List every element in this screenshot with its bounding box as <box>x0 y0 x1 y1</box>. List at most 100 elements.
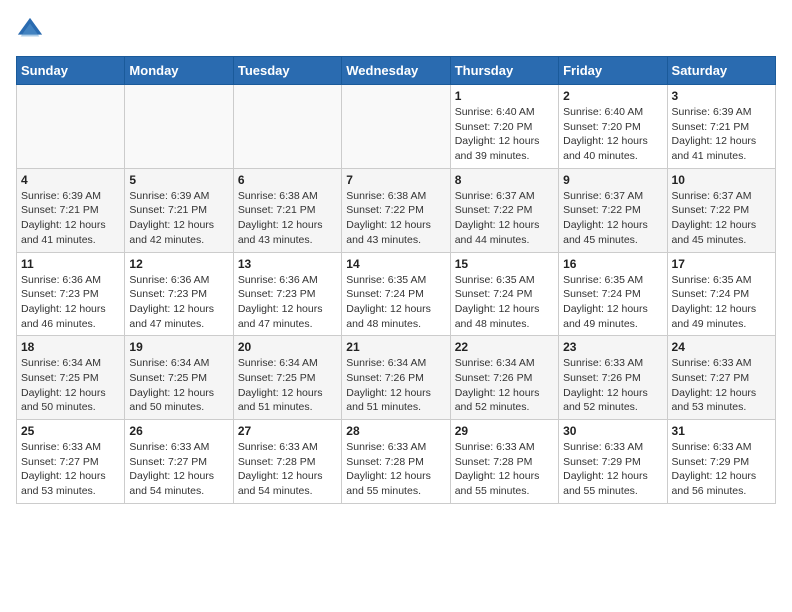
logo-icon <box>16 16 44 44</box>
calendar-cell: 31 Sunrise: 6:33 AMSunset: 7:29 PMDayligh… <box>667 420 775 504</box>
day-number: 25 <box>21 424 120 438</box>
calendar-cell: 16Sunrise: 6:35 AMSunset: 7:24 PMDayligh… <box>559 252 667 336</box>
day-number: 29 <box>455 424 554 438</box>
day-number: 11 <box>21 257 120 271</box>
day-info: Sunrise: 6:34 AMSunset: 7:25 PMDaylight:… <box>238 356 337 415</box>
calendar-cell: 12 Sunrise: 6:36 AMSunset: 7:23 PMDayligh… <box>125 252 233 336</box>
day-number: 27 <box>238 424 337 438</box>
calendar-cell: 17 Sunrise: 6:35 AMSunset: 7:24 PMDayligh… <box>667 252 775 336</box>
day-info: Sunrise: 6:33 AMSunset: 7:28 PMDaylight:… <box>346 440 445 499</box>
day-number: 8 <box>455 173 554 187</box>
day-info: Sunrise: 6:37 AMSunset: 7:22 PMDaylight:… <box>672 189 771 248</box>
day-info: Sunrise: 6:34 AMSunset: 7:25 PMDaylight:… <box>21 356 120 415</box>
calendar-week-row: 4 Sunrise: 6:39 AMSunset: 7:21 PMDaylight… <box>17 168 776 252</box>
day-info: Sunrise: 6:36 AMSunset: 7:23 PMDaylight:… <box>21 273 120 332</box>
calendar-cell: 18 Sunrise: 6:34 AMSunset: 7:25 PMDayligh… <box>17 336 125 420</box>
weekday-header-monday: Monday <box>125 57 233 85</box>
calendar-cell: 4 Sunrise: 6:39 AMSunset: 7:21 PMDaylight… <box>17 168 125 252</box>
calendar-cell: 9Sunrise: 6:37 AMSunset: 7:22 PMDaylight… <box>559 168 667 252</box>
day-number: 21 <box>346 340 445 354</box>
calendar-cell: 15 Sunrise: 6:35 AMSunset: 7:24 PMDayligh… <box>450 252 558 336</box>
day-info: Sunrise: 6:39 AMSunset: 7:21 PMDaylight:… <box>129 189 228 248</box>
day-number: 22 <box>455 340 554 354</box>
calendar-cell: 11 Sunrise: 6:36 AMSunset: 7:23 PMDayligh… <box>17 252 125 336</box>
day-number: 19 <box>129 340 228 354</box>
day-number: 28 <box>346 424 445 438</box>
calendar-header: SundayMondayTuesdayWednesdayThursdayFrid… <box>17 57 776 85</box>
day-info: Sunrise: 6:35 AMSunset: 7:24 PMDaylight:… <box>672 273 771 332</box>
day-info: Sunrise: 6:37 AMSunset: 7:22 PMDaylight:… <box>563 189 662 248</box>
day-info: Sunrise: 6:33 AMSunset: 7:27 PMDaylight:… <box>21 440 120 499</box>
weekday-header-sunday: Sunday <box>17 57 125 85</box>
day-info: Sunrise: 6:39 AMSunset: 7:21 PMDaylight:… <box>21 189 120 248</box>
day-info: Sunrise: 6:40 AMSunset: 7:20 PMDaylight:… <box>455 105 554 164</box>
day-number: 30 <box>563 424 662 438</box>
logo <box>16 16 48 44</box>
day-info: Sunrise: 6:34 AMSunset: 7:26 PMDaylight:… <box>346 356 445 415</box>
calendar-cell: 21 Sunrise: 6:34 AMSunset: 7:26 PMDayligh… <box>342 336 450 420</box>
calendar-cell: 30 Sunrise: 6:33 AMSunset: 7:29 PMDayligh… <box>559 420 667 504</box>
calendar-week-row: 25 Sunrise: 6:33 AMSunset: 7:27 PMDayligh… <box>17 420 776 504</box>
day-info: Sunrise: 6:34 AMSunset: 7:26 PMDaylight:… <box>455 356 554 415</box>
calendar-cell: 14 Sunrise: 6:35 AMSunset: 7:24 PMDayligh… <box>342 252 450 336</box>
day-info: Sunrise: 6:33 AMSunset: 7:28 PMDaylight:… <box>455 440 554 499</box>
day-number: 3 <box>672 89 771 103</box>
calendar-cell: 8 Sunrise: 6:37 AMSunset: 7:22 PMDaylight… <box>450 168 558 252</box>
day-info: Sunrise: 6:36 AMSunset: 7:23 PMDaylight:… <box>238 273 337 332</box>
calendar-cell: 28 Sunrise: 6:33 AMSunset: 7:28 PMDayligh… <box>342 420 450 504</box>
calendar-cell: 25 Sunrise: 6:33 AMSunset: 7:27 PMDayligh… <box>17 420 125 504</box>
day-number: 18 <box>21 340 120 354</box>
day-number: 14 <box>346 257 445 271</box>
day-info: Sunrise: 6:35 AMSunset: 7:24 PMDaylight:… <box>455 273 554 332</box>
weekday-header-wednesday: Wednesday <box>342 57 450 85</box>
calendar-week-row: 1Sunrise: 6:40 AMSunset: 7:20 PMDaylight… <box>17 85 776 169</box>
day-info: Sunrise: 6:35 AMSunset: 7:24 PMDaylight:… <box>346 273 445 332</box>
weekday-header-friday: Friday <box>559 57 667 85</box>
day-info: Sunrise: 6:39 AMSunset: 7:21 PMDaylight:… <box>672 105 771 164</box>
day-number: 12 <box>129 257 228 271</box>
calendar-week-row: 11 Sunrise: 6:36 AMSunset: 7:23 PMDayligh… <box>17 252 776 336</box>
day-number: 17 <box>672 257 771 271</box>
weekday-header-thursday: Thursday <box>450 57 558 85</box>
calendar-cell: 26Sunrise: 6:33 AMSunset: 7:27 PMDayligh… <box>125 420 233 504</box>
day-number: 4 <box>21 173 120 187</box>
day-number: 5 <box>129 173 228 187</box>
calendar-cell <box>342 85 450 169</box>
calendar-cell <box>233 85 341 169</box>
calendar-table: SundayMondayTuesdayWednesdayThursdayFrid… <box>16 56 776 504</box>
calendar-cell: 3 Sunrise: 6:39 AMSunset: 7:21 PMDaylight… <box>667 85 775 169</box>
day-number: 7 <box>346 173 445 187</box>
day-number: 6 <box>238 173 337 187</box>
calendar-cell: 2 Sunrise: 6:40 AMSunset: 7:20 PMDaylight… <box>559 85 667 169</box>
calendar-cell: 13 Sunrise: 6:36 AMSunset: 7:23 PMDayligh… <box>233 252 341 336</box>
calendar-body: 1Sunrise: 6:40 AMSunset: 7:20 PMDaylight… <box>17 85 776 504</box>
weekday-header-tuesday: Tuesday <box>233 57 341 85</box>
calendar-cell: 24Sunrise: 6:33 AMSunset: 7:27 PMDayligh… <box>667 336 775 420</box>
day-number: 13 <box>238 257 337 271</box>
day-info: Sunrise: 6:33 AMSunset: 7:26 PMDaylight:… <box>563 356 662 415</box>
day-number: 2 <box>563 89 662 103</box>
day-info: Sunrise: 6:34 AMSunset: 7:25 PMDaylight:… <box>129 356 228 415</box>
day-info: Sunrise: 6:40 AMSunset: 7:20 PMDaylight:… <box>563 105 662 164</box>
day-number: 16 <box>563 257 662 271</box>
calendar-cell <box>125 85 233 169</box>
calendar-cell: 27 Sunrise: 6:33 AMSunset: 7:28 PMDayligh… <box>233 420 341 504</box>
calendar-cell: 6 Sunrise: 6:38 AMSunset: 7:21 PMDaylight… <box>233 168 341 252</box>
day-number: 24 <box>672 340 771 354</box>
calendar-cell: 1Sunrise: 6:40 AMSunset: 7:20 PMDaylight… <box>450 85 558 169</box>
day-number: 31 <box>672 424 771 438</box>
day-info: Sunrise: 6:36 AMSunset: 7:23 PMDaylight:… <box>129 273 228 332</box>
day-number: 15 <box>455 257 554 271</box>
day-info: Sunrise: 6:33 AMSunset: 7:28 PMDaylight:… <box>238 440 337 499</box>
day-info: Sunrise: 6:33 AMSunset: 7:29 PMDaylight:… <box>672 440 771 499</box>
calendar-cell: 10 Sunrise: 6:37 AMSunset: 7:22 PMDayligh… <box>667 168 775 252</box>
day-info: Sunrise: 6:37 AMSunset: 7:22 PMDaylight:… <box>455 189 554 248</box>
calendar-cell: 22 Sunrise: 6:34 AMSunset: 7:26 PMDayligh… <box>450 336 558 420</box>
day-info: Sunrise: 6:38 AMSunset: 7:21 PMDaylight:… <box>238 189 337 248</box>
calendar-cell: 19 Sunrise: 6:34 AMSunset: 7:25 PMDayligh… <box>125 336 233 420</box>
day-info: Sunrise: 6:33 AMSunset: 7:29 PMDaylight:… <box>563 440 662 499</box>
calendar-cell: 7Sunrise: 6:38 AMSunset: 7:22 PMDaylight… <box>342 168 450 252</box>
day-number: 10 <box>672 173 771 187</box>
calendar-cell: 29 Sunrise: 6:33 AMSunset: 7:28 PMDayligh… <box>450 420 558 504</box>
page-header <box>16 16 776 44</box>
